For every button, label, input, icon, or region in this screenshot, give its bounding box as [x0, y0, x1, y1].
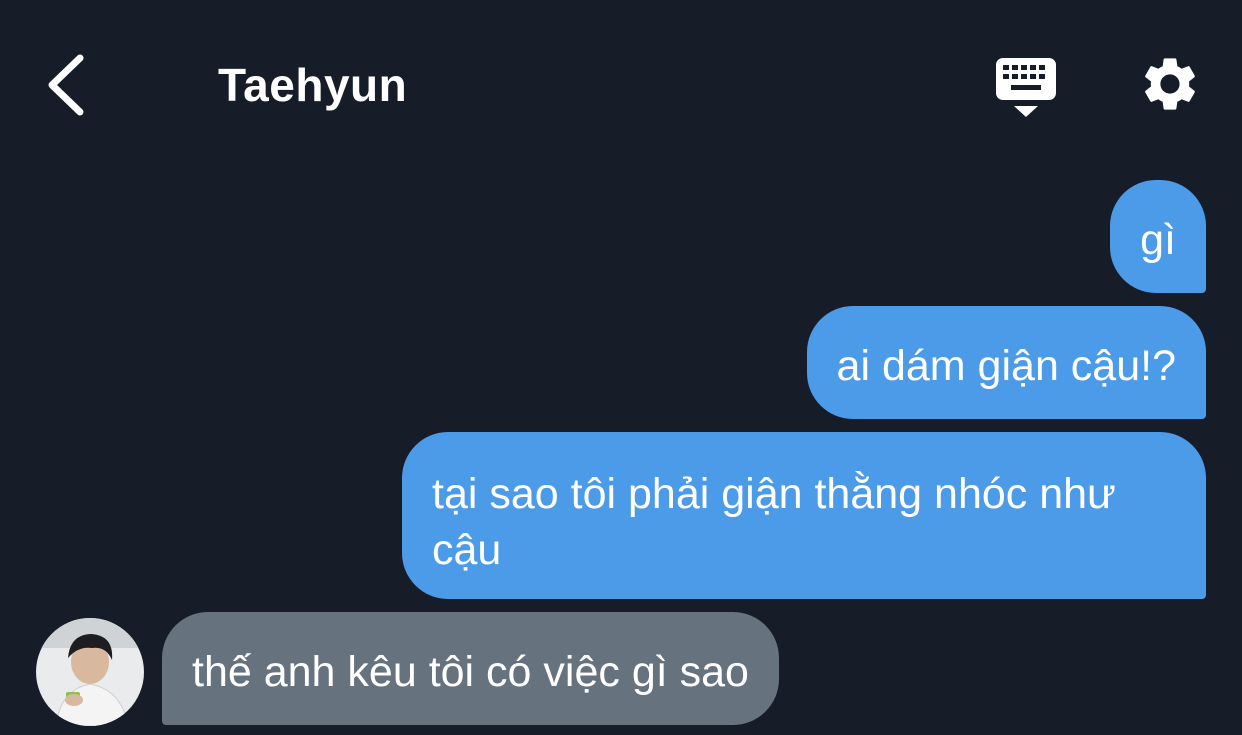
back-button[interactable]	[40, 50, 96, 120]
chat-header: Taehyun	[0, 0, 1242, 170]
contact-name: Taehyun	[218, 59, 408, 111]
keyboard-toggle-button[interactable]	[994, 56, 1058, 118]
gear-icon	[1145, 58, 1195, 110]
message-bubble-outgoing[interactable]: ai dám giận cậu!?	[806, 306, 1206, 419]
settings-button[interactable]	[1138, 52, 1202, 116]
message-bubble-outgoing[interactable]: gì	[1110, 180, 1206, 293]
keyboard-hide-icon	[996, 58, 1056, 117]
message-bubble-outgoing[interactable]: tại sao tôi phải giận thằng nhóc như cậu	[402, 432, 1206, 599]
message-bubble-incoming[interactable]: thế anh kêu tôi có việc gì sao	[162, 612, 779, 725]
avatar-photo	[36, 618, 144, 726]
avatar[interactable]	[36, 618, 144, 726]
chevron-left-icon	[48, 54, 84, 116]
